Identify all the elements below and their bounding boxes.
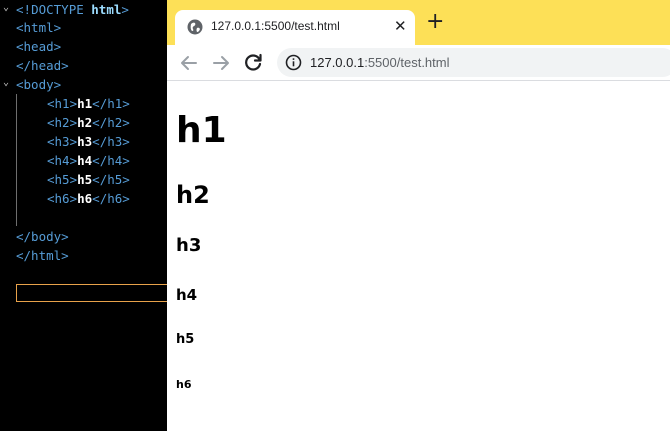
code-line-h1: <h1>h1</h1> (47, 94, 130, 113)
tab-title: 127.0.0.1:5500/test.html (211, 19, 340, 33)
code-line-head-open: <head> (16, 39, 62, 54)
heading-h2: h2 (176, 181, 210, 209)
forward-arrow-icon[interactable] (209, 51, 233, 75)
code-line-h5: <h5>h5</h5> (47, 170, 130, 189)
code-line-body-open: <body> (16, 77, 62, 92)
tag-text: h6 (77, 191, 93, 206)
code-line-html-open: <html> (16, 20, 62, 35)
tag-open: <h1> (47, 96, 78, 111)
doctype-close: > (121, 2, 129, 17)
browser-toolbar: 127.0.0.1:5500/test.html (167, 45, 670, 81)
doctype-keyword: DOCTYPE (31, 2, 84, 17)
code-line-h2: <h2>h2</h2> (47, 113, 130, 132)
tab-strip: 127.0.0.1:5500/test.html ✕ + (167, 0, 670, 46)
reload-icon[interactable] (241, 51, 265, 75)
page-viewport: h1 h2 h3 h4 h5 h6 (167, 82, 670, 431)
code-line-body-close: </body> (16, 229, 69, 244)
tag-text: h4 (77, 153, 93, 168)
heading-h6: h6 (176, 378, 192, 391)
url-path: :5500/test.html (364, 55, 450, 70)
tag-close: </h1> (92, 96, 130, 111)
tag-text: h5 (77, 172, 93, 187)
tag-close: </h3> (92, 134, 130, 149)
heading-h3: h3 (176, 235, 202, 256)
tag-open: <h2> (47, 115, 78, 130)
tag-text: h1 (77, 96, 93, 111)
url-text: 127.0.0.1:5500/test.html (310, 55, 450, 70)
tag-open: <h3> (47, 134, 78, 149)
find-input[interactable] (16, 284, 171, 302)
heading-h5: h5 (176, 332, 195, 347)
browser-window: 127.0.0.1:5500/test.html ✕ + 127.0.0.1:5… (167, 0, 670, 431)
new-tab-button[interactable]: + (426, 11, 444, 33)
tag-close: </h2> (92, 115, 130, 130)
code-line-h4: <h4>h4</h4> (47, 151, 130, 170)
code-line-h6: <h6>h6</h6> (47, 189, 130, 208)
info-icon[interactable] (285, 54, 302, 71)
heading-h4: h4 (176, 286, 198, 304)
tag-text: h2 (77, 115, 93, 130)
tag-open: <h4> (47, 153, 78, 168)
code-line-html-close: </html> (16, 248, 69, 263)
tag-text: h3 (77, 134, 93, 149)
code-editor[interactable]: ⌄ <!DOCTYPE html> <html> <head> </head> … (0, 0, 171, 431)
browser-tab[interactable]: 127.0.0.1:5500/test.html ✕ (175, 10, 415, 46)
address-bar[interactable]: 127.0.0.1:5500/test.html (277, 48, 670, 77)
globe-icon (187, 19, 203, 35)
fold-chevron-icon[interactable]: ⌄ (3, 2, 9, 13)
tag-open: <h5> (47, 172, 78, 187)
doctype-open: <! (16, 2, 32, 17)
code-line-doctype: <!DOCTYPE html> (16, 0, 129, 19)
heading-h1: h1 (176, 110, 227, 151)
back-arrow-icon[interactable] (177, 51, 201, 75)
close-icon[interactable]: ✕ (394, 17, 407, 35)
doctype-name: html (91, 2, 122, 17)
code-line-head-close: </head> (16, 58, 69, 73)
url-host: 127.0.0.1 (310, 55, 365, 70)
tag-open: <h6> (47, 191, 78, 206)
fold-chevron-icon[interactable]: ⌄ (3, 77, 9, 88)
code-line-h3: <h3>h3</h3> (47, 132, 130, 151)
tag-close: </h5> (92, 172, 130, 187)
tag-close: </h6> (92, 191, 130, 206)
indent-guide (16, 94, 17, 226)
tag-close: </h4> (92, 153, 130, 168)
